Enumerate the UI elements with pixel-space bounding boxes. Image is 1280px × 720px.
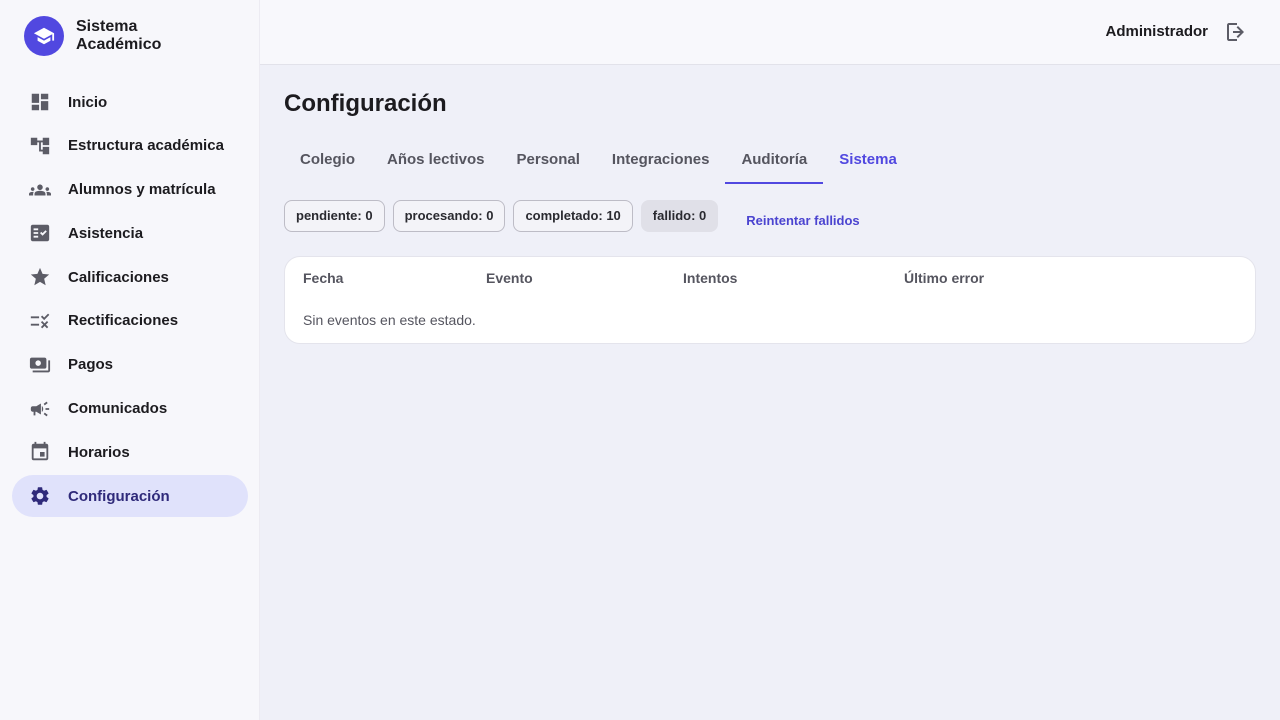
page-title: Configuración bbox=[284, 90, 447, 117]
sidebar-item-rectificaciones[interactable]: Rectificaciones bbox=[12, 300, 248, 342]
brand-name-line1: Sistema bbox=[76, 18, 138, 35]
user-name: Administrador bbox=[1105, 23, 1208, 40]
retry-failed-button[interactable]: Reintentar fallidos bbox=[746, 213, 859, 228]
sidebar-item-label: Pagos bbox=[68, 356, 114, 374]
settings-tabs: Colegio Años lectivos Personal Integraci… bbox=[284, 138, 913, 184]
filter-chip-pendiente[interactable]: pendiente: 0 bbox=[284, 200, 385, 232]
gear-icon bbox=[28, 484, 52, 508]
empty-state-text: Sin eventos en este estado. bbox=[303, 312, 476, 328]
sidebar-item-pagos[interactable]: Pagos bbox=[12, 344, 248, 386]
sidebar-item-label: Configuración bbox=[68, 487, 170, 505]
sidebar-item-calificaciones[interactable]: Calificaciones bbox=[12, 256, 248, 298]
column-header-ultimo-error[interactable]: Último error bbox=[904, 270, 984, 286]
filter-chip-fallido[interactable]: fallido: 0 bbox=[640, 200, 719, 232]
graduation-cap-icon bbox=[24, 16, 64, 56]
account-tree-icon bbox=[28, 134, 52, 158]
sidebar-item-label: Alumnos y matrícula bbox=[68, 181, 216, 199]
sidebar-item-horarios[interactable]: Horarios bbox=[12, 431, 248, 473]
brand-name: Sistema Académico bbox=[76, 18, 161, 54]
filter-chip-procesando[interactable]: procesando: 0 bbox=[392, 200, 506, 232]
campaign-icon bbox=[28, 397, 52, 421]
sidebar-item-label: Horarios bbox=[68, 443, 130, 461]
column-header-intentos[interactable]: Intentos bbox=[683, 270, 737, 286]
sidebar-item-label: Estructura académica bbox=[68, 137, 224, 155]
logout-icon[interactable] bbox=[1224, 20, 1248, 44]
filter-chip-completado[interactable]: completado: 10 bbox=[513, 200, 633, 232]
dashboard-icon bbox=[28, 90, 52, 114]
top-bar: Administrador bbox=[260, 0, 1280, 65]
tab-integraciones[interactable]: Integraciones bbox=[596, 138, 726, 184]
fact-check-icon bbox=[28, 221, 52, 245]
column-header-fecha[interactable]: Fecha bbox=[303, 270, 343, 286]
sidebar: Sistema Académico Inicio Estructura acad… bbox=[0, 0, 260, 720]
sidebar-item-label: Inicio bbox=[68, 93, 108, 111]
sidebar-item-label: Asistencia bbox=[68, 224, 144, 242]
status-filter-chips: pendiente: 0 procesando: 0 completado: 1… bbox=[284, 200, 860, 232]
sidebar-item-estructura[interactable]: Estructura académica bbox=[12, 125, 248, 167]
sidebar-item-label: Calificaciones bbox=[68, 268, 169, 286]
tab-auditoria[interactable]: Auditoría bbox=[725, 138, 824, 184]
tab-sistema[interactable]: Sistema bbox=[823, 138, 913, 184]
groups-icon bbox=[28, 178, 52, 202]
tab-colegio[interactable]: Colegio bbox=[284, 138, 371, 184]
brand[interactable]: Sistema Académico bbox=[24, 16, 161, 56]
events-table: Fecha Evento Intentos Último error Sin e… bbox=[284, 256, 1256, 344]
sidebar-item-label: Comunicados bbox=[68, 400, 168, 418]
sidebar-item-inicio[interactable]: Inicio bbox=[12, 81, 248, 123]
brand-name-line2: Académico bbox=[76, 36, 162, 53]
rule-icon bbox=[28, 309, 52, 333]
sidebar-item-configuracion[interactable]: Configuración bbox=[12, 475, 248, 518]
star-icon bbox=[28, 265, 52, 289]
tab-personal[interactable]: Personal bbox=[501, 138, 596, 184]
column-header-evento[interactable]: Evento bbox=[486, 270, 533, 286]
calendar-icon bbox=[28, 440, 52, 464]
payments-icon bbox=[28, 353, 52, 377]
sidebar-nav: Inicio Estructura académica Alumnos y ma… bbox=[12, 81, 248, 519]
sidebar-item-comunicados[interactable]: Comunicados bbox=[12, 388, 248, 430]
tab-anos-lectivos[interactable]: Años lectivos bbox=[371, 138, 501, 184]
sidebar-item-alumnos[interactable]: Alumnos y matrícula bbox=[12, 169, 248, 211]
sidebar-item-asistencia[interactable]: Asistencia bbox=[12, 212, 248, 254]
sidebar-item-label: Rectificaciones bbox=[68, 312, 179, 330]
